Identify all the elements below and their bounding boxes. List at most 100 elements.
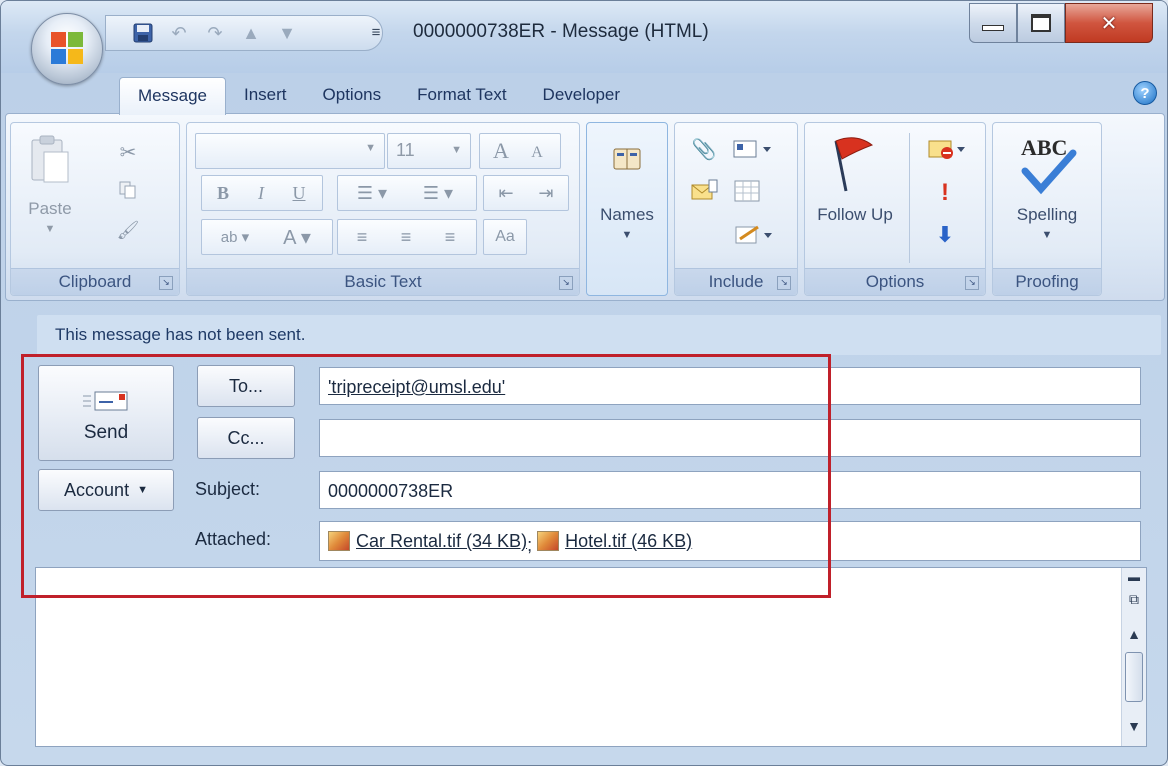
font-size-select[interactable]: 11 ▼ (387, 133, 471, 169)
bold-icon[interactable]: B (208, 178, 238, 208)
send-envelope-icon (83, 391, 128, 411)
include-label: Include (708, 272, 764, 291)
to-field[interactable]: 'tripreceipt@umsl.edu' (319, 367, 1141, 405)
align-right-icon[interactable]: ≡ (430, 222, 470, 252)
high-importance-icon[interactable]: ! (929, 177, 961, 209)
clear-formatting-icon: Aa (495, 228, 515, 245)
business-card-icon[interactable] (725, 133, 781, 165)
maximize-button[interactable] (1017, 3, 1065, 43)
permission-icon[interactable] (921, 133, 973, 165)
clipboard-label: Clipboard (58, 272, 132, 291)
save-icon[interactable] (132, 22, 154, 44)
cc-button[interactable]: Cc... (197, 417, 295, 459)
tab-developer[interactable]: Developer (525, 77, 639, 113)
copy-icon[interactable] (113, 175, 143, 205)
paste-dropdown-icon[interactable]: ▼ (35, 223, 65, 235)
tab-message[interactable]: Message (119, 77, 226, 115)
scroll-thumb[interactable] (1125, 652, 1143, 702)
basic-text-launcher-icon[interactable]: ↘ (559, 276, 573, 290)
redo-icon[interactable]: ↷ (204, 22, 226, 44)
undo-icon[interactable]: ↶ (168, 22, 190, 44)
help-icon[interactable]: ? (1133, 81, 1157, 105)
attachment-separator: ; (527, 535, 533, 555)
up-arrow-icon[interactable]: ▲ (240, 22, 262, 44)
spelling-dropdown-icon[interactable]: ▼ (993, 229, 1101, 241)
highlight-icon[interactable]: ab ▾ (206, 222, 264, 252)
options-label: Options (865, 272, 925, 291)
include-launcher-icon[interactable]: ↘ (777, 276, 791, 290)
spelling-label[interactable]: Spelling (993, 205, 1101, 225)
tab-format-text[interactable]: Format Text (399, 77, 524, 113)
alignment-group: ≡ ≡ ≡ (337, 219, 477, 255)
tab-options[interactable]: Options (305, 77, 400, 113)
numbering-icon[interactable]: ☰ ▾ (408, 178, 468, 208)
spelling-icon[interactable]: ABC (1003, 129, 1091, 199)
basic-text-group: ▼ 11 ▼ A A B I U ☰ ▾ ☰ ▾ ⇤ ⇥ ab ▾ A ▾ ≡ … (186, 122, 580, 296)
include-group: 📎 Include ↘ (674, 122, 798, 296)
image-file-icon (328, 531, 350, 551)
office-button[interactable] (31, 13, 103, 85)
close-button[interactable]: ✕ (1065, 3, 1153, 43)
minimize-icon (982, 25, 1004, 31)
follow-up-flag-icon[interactable] (823, 133, 879, 195)
italic-icon[interactable]: I (246, 178, 276, 208)
vertical-scrollbar[interactable]: ▬ ⧉ ▲ ▼ (1121, 568, 1146, 746)
subject-field[interactable]: 0000000738ER (319, 471, 1141, 509)
font-size-value: 11 (396, 140, 415, 160)
window-controls: ✕ (969, 3, 1153, 43)
basic-text-label: Basic Text (344, 272, 422, 291)
font-name-dropdown-icon: ▼ (365, 142, 376, 154)
tab-insert[interactable]: Insert (226, 77, 305, 113)
account-button[interactable]: Account ▼ (38, 469, 174, 511)
follow-up-label[interactable]: Follow Up (813, 205, 897, 225)
clear-formatting-button[interactable]: Aa (483, 219, 527, 255)
underline-icon[interactable]: U (284, 178, 314, 208)
ribbon: Paste ▼ ✂ 🖌 Clipboard ↘ ▼ 11 ▼ A A B I U… (5, 113, 1165, 301)
shrink-font-icon[interactable]: A (522, 140, 552, 166)
font-color-icon[interactable]: A ▾ (268, 222, 326, 252)
low-importance-icon[interactable]: ⬇ (929, 219, 961, 251)
align-left-icon[interactable]: ≡ (342, 222, 382, 252)
scroll-down-icon[interactable]: ▼ (1124, 716, 1144, 736)
send-button[interactable]: Send (38, 365, 174, 461)
cut-icon[interactable]: ✂ (113, 137, 143, 167)
attach-file-icon[interactable]: 📎 (689, 133, 719, 165)
font-name-select[interactable]: ▼ (195, 133, 385, 169)
info-bar: This message has not been sent. (37, 315, 1161, 355)
address-book-icon (605, 137, 649, 181)
to-button[interactable]: To... (197, 365, 295, 407)
paste-label[interactable]: Paste (17, 199, 83, 219)
clipboard-launcher-icon[interactable]: ↘ (159, 276, 173, 290)
pane-toggle-icon[interactable]: ⧉ (1124, 588, 1144, 610)
down-arrow-icon[interactable]: ▼ (276, 22, 298, 44)
signature-icon[interactable] (729, 219, 779, 251)
font-size-dropdown-icon: ▼ (451, 144, 462, 156)
scroll-up-icon[interactable]: ▲ (1124, 624, 1144, 644)
attachment-name: Car Rental.tif (34 KB) (356, 531, 528, 551)
format-painter-icon[interactable]: 🖌 (113, 215, 143, 245)
calendar-icon[interactable] (731, 175, 763, 207)
paste-icon[interactable] (25, 133, 75, 185)
grow-font-icon[interactable]: A (484, 136, 518, 166)
attach-item-icon[interactable] (689, 175, 721, 207)
options-separator (909, 133, 910, 263)
font-style-group: B I U (201, 175, 323, 211)
align-center-icon[interactable]: ≡ (386, 222, 426, 252)
increase-indent-icon[interactable]: ⇥ (528, 178, 564, 208)
bullets-icon[interactable]: ☰ ▾ (344, 178, 400, 208)
account-label: Account (64, 479, 130, 500)
split-handle-icon[interactable]: ▬ (1124, 570, 1144, 584)
cc-field[interactable] (319, 419, 1141, 457)
message-body[interactable]: ▬ ⧉ ▲ ▼ (35, 567, 1147, 747)
to-recipient[interactable]: 'tripreceipt@umsl.edu' (328, 377, 505, 397)
image-file-icon (537, 531, 560, 551)
attachment-item[interactable]: Car Rental.tif (34 KB) (328, 522, 527, 560)
to-button-label: To... (228, 375, 263, 396)
names-label: Names (600, 205, 654, 224)
options-launcher-icon[interactable]: ↘ (965, 276, 979, 290)
customize-quick-access-icon[interactable]: ≡ (365, 15, 387, 49)
attachment-item[interactable]: Hotel.tif (46 KB) (537, 522, 692, 560)
minimize-button[interactable] (969, 3, 1017, 43)
decrease-indent-icon[interactable]: ⇤ (488, 178, 524, 208)
names-group[interactable]: Names ▼ (586, 122, 668, 296)
